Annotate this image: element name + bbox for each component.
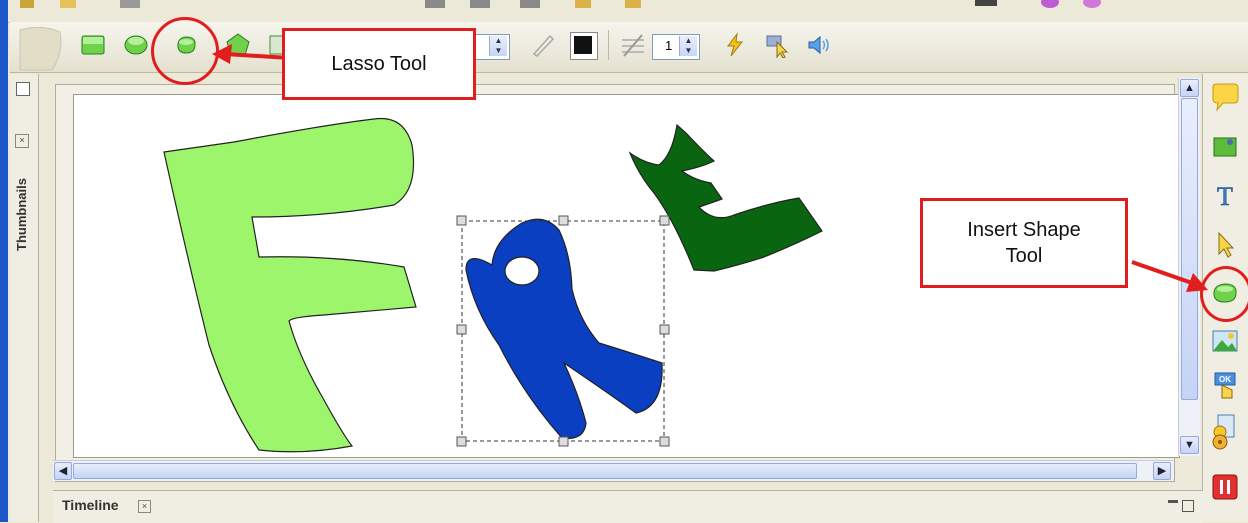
lasso-tool-callout: Lasso Tool xyxy=(282,28,476,100)
insert-shape-arrow xyxy=(1131,260,1193,285)
lasso-arrowhead xyxy=(212,44,232,64)
insert-shape-tool-callout: Insert Shape Tool xyxy=(920,198,1128,288)
lasso-arrow xyxy=(224,52,291,60)
